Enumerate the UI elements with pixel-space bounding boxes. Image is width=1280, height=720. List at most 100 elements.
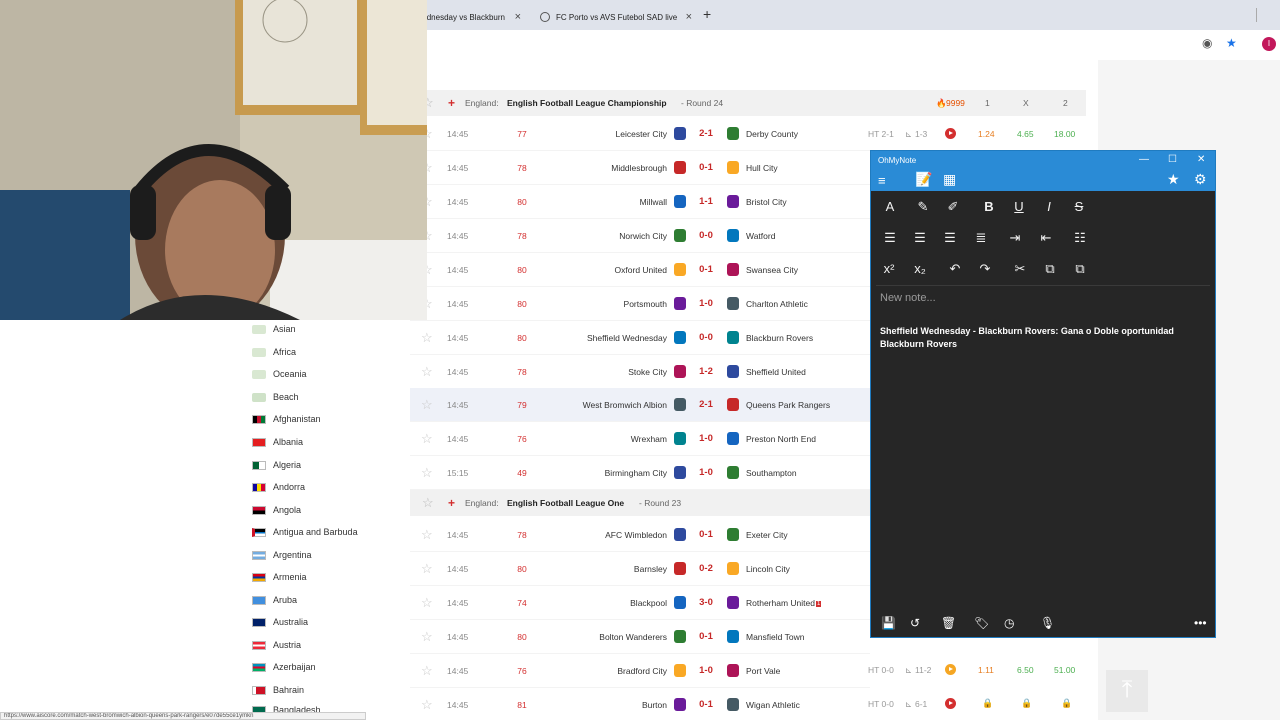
match-row[interactable]: ☆14:4577Leicester City2-1Derby County xyxy=(410,117,870,151)
match-row[interactable]: ☆ 14:45 78 Stoke City 1-2 Sheffield United xyxy=(410,355,870,389)
favorite-star-icon[interactable]: ☆ xyxy=(421,431,433,447)
away-team[interactable]: Port Vale xyxy=(746,666,780,676)
maximize-icon[interactable]: ☐ xyxy=(1168,154,1177,165)
favorite-star-icon[interactable]: ☆ xyxy=(421,527,433,543)
sidebar-item[interactable]: Antigua and Barbuda xyxy=(252,523,358,541)
favorite-star-icon[interactable]: ☆ xyxy=(421,364,433,380)
sidebar-item[interactable]: Austria xyxy=(252,636,301,654)
sidebar-item[interactable]: Armenia xyxy=(252,568,307,586)
outdent-icon[interactable]: ⇤ xyxy=(1036,230,1056,246)
away-team[interactable]: Swansea City xyxy=(746,265,798,275)
cut-icon[interactable]: ✂ xyxy=(1010,261,1030,277)
match-row[interactable]: ☆14:4580Portsmouth1-0Charlton Athletic xyxy=(410,287,870,321)
match-row[interactable]: ☆ 14:45 80 Sheffield Wednesday 0-0 Blackburn … xyxy=(410,321,870,355)
home-team[interactable]: Burton xyxy=(642,700,667,710)
live-animation-icon[interactable] xyxy=(945,664,956,675)
match-score[interactable]: 1-0 xyxy=(692,665,720,676)
league-name[interactable]: English Football League One xyxy=(507,498,624,508)
away-team[interactable]: Hull City xyxy=(746,163,778,173)
sidebar-item[interactable]: Bahrain xyxy=(252,681,304,699)
odds-draw[interactable]: 4.65 xyxy=(1017,129,1034,139)
match-row[interactable]: ☆ 14:45 76 Bradford City 1-0 Port Vale xyxy=(410,654,870,688)
profile-avatar[interactable]: I xyxy=(1262,37,1276,51)
home-team[interactable]: Leicester City xyxy=(616,129,668,139)
match-score[interactable]: 3-0 xyxy=(692,597,720,608)
indent-icon[interactable]: ⇥ xyxy=(1005,230,1025,246)
match-score[interactable]: 2-1 xyxy=(692,399,720,410)
superscript-icon[interactable]: x² xyxy=(879,261,899,276)
new-note-input[interactable]: New note... xyxy=(880,292,936,304)
favorite-star-icon[interactable]: ☆ xyxy=(422,495,434,511)
sidebar-item[interactable]: Afghanistan xyxy=(252,410,321,428)
sidebar-item[interactable]: Beach xyxy=(252,388,299,406)
odds-away[interactable]: 18.00 xyxy=(1054,129,1075,139)
match-score[interactable]: 0-1 xyxy=(692,162,720,173)
new-note-icon[interactable]: 📝 xyxy=(915,171,932,188)
sidebar-item[interactable]: Angola xyxy=(252,501,301,519)
brush-icon[interactable]: ✎ xyxy=(913,199,933,215)
away-team[interactable]: Bristol City xyxy=(746,197,787,207)
match-score[interactable]: 1-1 xyxy=(692,196,720,207)
tab-close-icon[interactable]: × xyxy=(686,11,692,23)
undo-icon[interactable]: ↶ xyxy=(945,261,965,277)
match-score[interactable]: 1-0 xyxy=(692,467,720,478)
match-row[interactable]: ☆14:4578Middlesbrough0-1Hull City xyxy=(410,151,870,185)
home-team[interactable]: Norwich City xyxy=(619,231,667,241)
match-score[interactable]: 0-1 xyxy=(692,699,720,710)
live-video-icon[interactable] xyxy=(945,128,956,139)
home-team[interactable]: Oxford United xyxy=(615,265,667,275)
revert-icon[interactable]: ↺ xyxy=(910,616,920,630)
favorite-star-icon[interactable]: ☆ xyxy=(421,663,433,679)
sidebar-item[interactable]: Aruba xyxy=(252,591,297,609)
away-team[interactable]: Watford xyxy=(746,231,775,241)
redo-icon[interactable]: ↷ xyxy=(975,261,995,277)
paste-icon[interactable]: ⧉ xyxy=(1070,261,1090,277)
align-center-icon[interactable]: ☰ xyxy=(910,230,930,246)
odds-away[interactable]: 51.00 xyxy=(1054,665,1075,675)
save-icon[interactable]: 💾 xyxy=(881,616,896,630)
menu-icon[interactable]: ≡ xyxy=(878,173,886,188)
minimize-icon[interactable]: — xyxy=(1139,154,1149,165)
away-team[interactable]: Wigan Athletic xyxy=(746,700,800,710)
match-row[interactable]: ☆ 14:45 80 Barnsley 0-2 Lincoln City xyxy=(410,552,870,586)
match-row[interactable]: ☆14:4578Norwich City0-0Watford xyxy=(410,219,870,253)
history-icon[interactable]: ◷ xyxy=(1004,616,1014,630)
home-team[interactable]: Blackpool xyxy=(630,598,667,608)
delete-icon[interactable]: 🗑 xyxy=(941,616,956,630)
home-team[interactable]: Stoke City xyxy=(628,367,667,377)
home-team[interactable]: Sheffield Wednesday xyxy=(587,333,667,343)
home-team[interactable]: Barnsley xyxy=(634,564,667,574)
tag-icon[interactable]: 🏷 xyxy=(974,616,989,630)
favorite-star-icon[interactable]: ★ xyxy=(1167,171,1180,188)
highlight-icon[interactable]: ✐ xyxy=(943,199,963,215)
favorite-star-icon[interactable]: ☆ xyxy=(421,629,433,645)
sidebar-item[interactable]: Albania xyxy=(252,433,303,451)
away-team[interactable]: Preston North End xyxy=(746,434,816,444)
home-team[interactable]: Middlesbrough xyxy=(611,163,667,173)
bold-icon[interactable]: B xyxy=(979,199,999,214)
align-right-icon[interactable]: ☰ xyxy=(940,230,960,246)
font-icon[interactable]: A xyxy=(880,199,900,214)
bookmark-star-icon[interactable]: ★ xyxy=(1226,36,1237,50)
home-team[interactable]: West Bromwich Albion xyxy=(583,400,667,410)
browser-tab[interactable]: Sheffield Wednesday vs Blackburn × xyxy=(427,4,527,30)
favorite-star-icon[interactable]: ☆ xyxy=(421,697,433,713)
match-row[interactable]: ☆ 14:45 76 Wrexham 1-0 Preston North End xyxy=(410,422,870,456)
sidebar-item[interactable]: Oceania xyxy=(252,365,307,383)
favorite-star-icon[interactable]: ☆ xyxy=(421,465,433,481)
home-team[interactable]: Wrexham xyxy=(631,434,667,444)
italic-icon[interactable]: I xyxy=(1039,199,1059,214)
away-team[interactable]: Mansfield Town xyxy=(746,632,804,642)
home-team[interactable]: Birmingham City xyxy=(605,468,667,478)
sidebar-item[interactable]: Azerbaijan xyxy=(252,658,316,676)
match-score[interactable]: 0-0 xyxy=(692,332,720,343)
odds-home[interactable]: 1.11 xyxy=(978,665,994,675)
notes-list-icon[interactable]: ▦ xyxy=(943,171,956,188)
home-team[interactable]: Portsmouth xyxy=(624,299,667,309)
match-row[interactable]: ☆ 14:45 80 Bolton Wanderers 0-1 Mansfield Tow… xyxy=(410,620,870,654)
sidebar-item[interactable]: Africa xyxy=(252,343,296,361)
match-score[interactable]: 0-2 xyxy=(692,563,720,574)
match-row[interactable]: ☆ 14:45 74 Blackpool 3-0 Rotherham United 1 xyxy=(410,586,870,620)
match-row[interactable]: ☆14:4580Millwall1-1Bristol City xyxy=(410,185,870,219)
away-team[interactable]: Lincoln City xyxy=(746,564,790,574)
